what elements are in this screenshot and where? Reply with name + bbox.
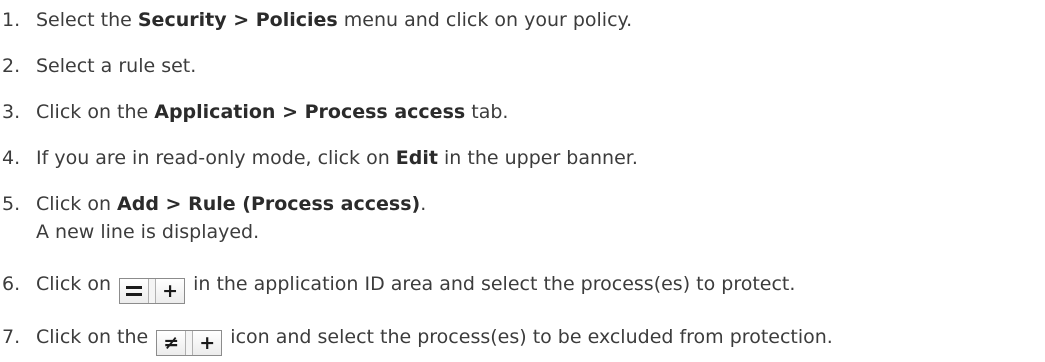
step-3: 3. Click on the Application > Process acc… xyxy=(0,99,508,125)
step-1: 1. Select the Security > Policies menu an… xyxy=(0,7,632,33)
step-number: 3. xyxy=(2,101,21,123)
equal-icon xyxy=(120,279,148,303)
step-note: A new line is displayed. xyxy=(36,221,260,243)
step-number: 2. xyxy=(2,55,21,77)
not-equal-add-icon: ≠ + xyxy=(156,330,223,356)
step-text: Click on the Application > Process acces… xyxy=(36,101,509,123)
plus-icon: + xyxy=(162,280,178,302)
menu-policies: Policies xyxy=(255,9,338,31)
step-number: 1. xyxy=(2,9,21,31)
step-text: Click on + in the application ID area an… xyxy=(36,273,796,304)
tab-process-access: Process access xyxy=(304,101,466,123)
menu-security: Security xyxy=(137,9,227,31)
step-number: 6. xyxy=(2,273,21,295)
not-equal-icon: ≠ xyxy=(163,332,180,354)
step-number: 4. xyxy=(2,147,21,169)
step-text: If you are in read-only mode, click on E… xyxy=(36,147,638,169)
step-2: 2. Select a rule set. xyxy=(0,53,196,79)
tab-application: Application xyxy=(154,101,276,123)
add-label: Add xyxy=(117,193,159,215)
instruction-steps: 1. Select the Security > Policies menu an… xyxy=(0,0,1045,362)
plus-icon: + xyxy=(199,332,216,354)
step-6: 6. Click on + in the application ID area … xyxy=(0,271,795,304)
step-4: 4. If you are in read-only mode, click on… xyxy=(0,145,638,171)
step-text: Select the Security > Policies menu and … xyxy=(36,9,633,31)
step-5: 5. Click on Add > Rule (Process access). A… xyxy=(0,191,426,245)
step-7: 7. Click on the ≠ + icon and select the pr… xyxy=(0,324,833,356)
edit-label: Edit xyxy=(395,147,438,169)
rule-process-access-label: Rule (Process access) xyxy=(188,193,421,215)
step-number: 7. xyxy=(2,326,21,348)
equal-add-icon: + xyxy=(119,278,186,304)
step-text: Select a rule set. xyxy=(36,55,197,77)
step-text: Click on the ≠ + icon and select the proc… xyxy=(36,326,833,356)
step-number: 5. xyxy=(2,193,21,215)
step-text: Click on Add > Rule (Process access). A n… xyxy=(36,193,427,243)
